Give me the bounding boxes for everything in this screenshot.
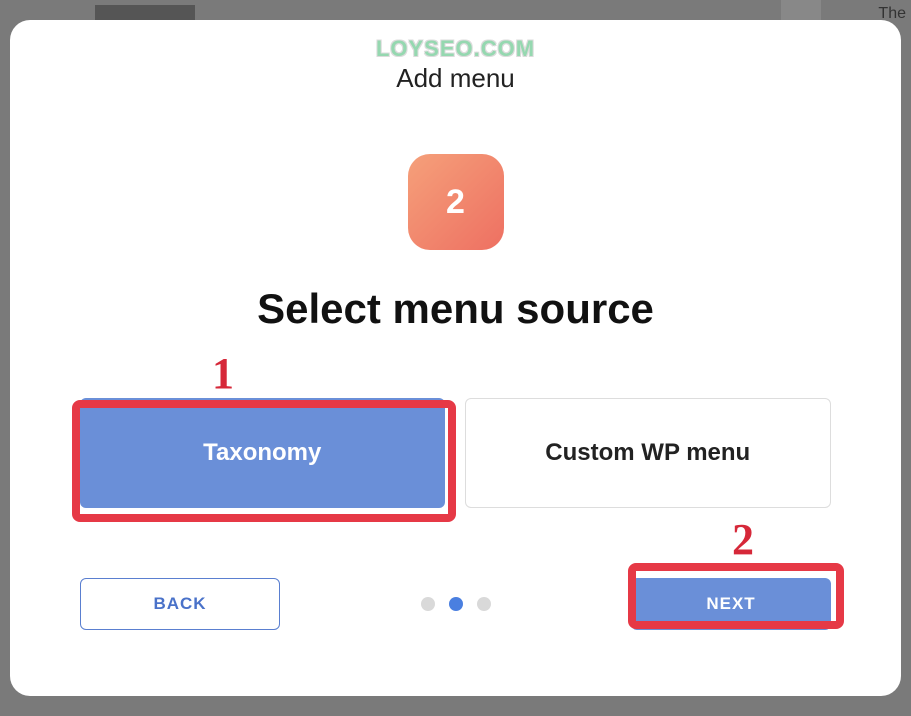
step-number-badge: 2 <box>408 154 504 250</box>
step-number: 2 <box>446 183 465 222</box>
step-dot-1 <box>421 597 435 611</box>
annotation-label-1: 1 <box>212 348 234 399</box>
option-custom-wp-menu[interactable]: Custom WP menu <box>465 398 832 508</box>
next-button-label: NEXT <box>706 594 755 614</box>
step-dot-3 <box>477 597 491 611</box>
step-dot-2 <box>449 597 463 611</box>
back-button[interactable]: BACK <box>80 578 280 630</box>
add-menu-modal: LOYSEO.COM Add menu 2 Select menu source… <box>10 20 901 696</box>
next-button[interactable]: NEXT <box>631 578 831 630</box>
watermark-text: LOYSEO.COM <box>376 36 535 62</box>
option-label: Custom WP menu <box>545 439 750 467</box>
step-indicator <box>421 597 491 611</box>
modal-heading: Select menu source <box>257 285 654 333</box>
menu-source-options: Taxonomy Custom WP menu <box>80 398 831 508</box>
background-decoration <box>95 5 195 20</box>
back-button-label: BACK <box>153 594 206 614</box>
option-taxonomy[interactable]: Taxonomy <box>80 398 445 508</box>
annotation-label-2: 2 <box>732 514 754 565</box>
modal-title: Add menu <box>396 63 515 94</box>
option-label: Taxonomy <box>203 439 321 467</box>
modal-footer: BACK NEXT <box>80 578 831 630</box>
